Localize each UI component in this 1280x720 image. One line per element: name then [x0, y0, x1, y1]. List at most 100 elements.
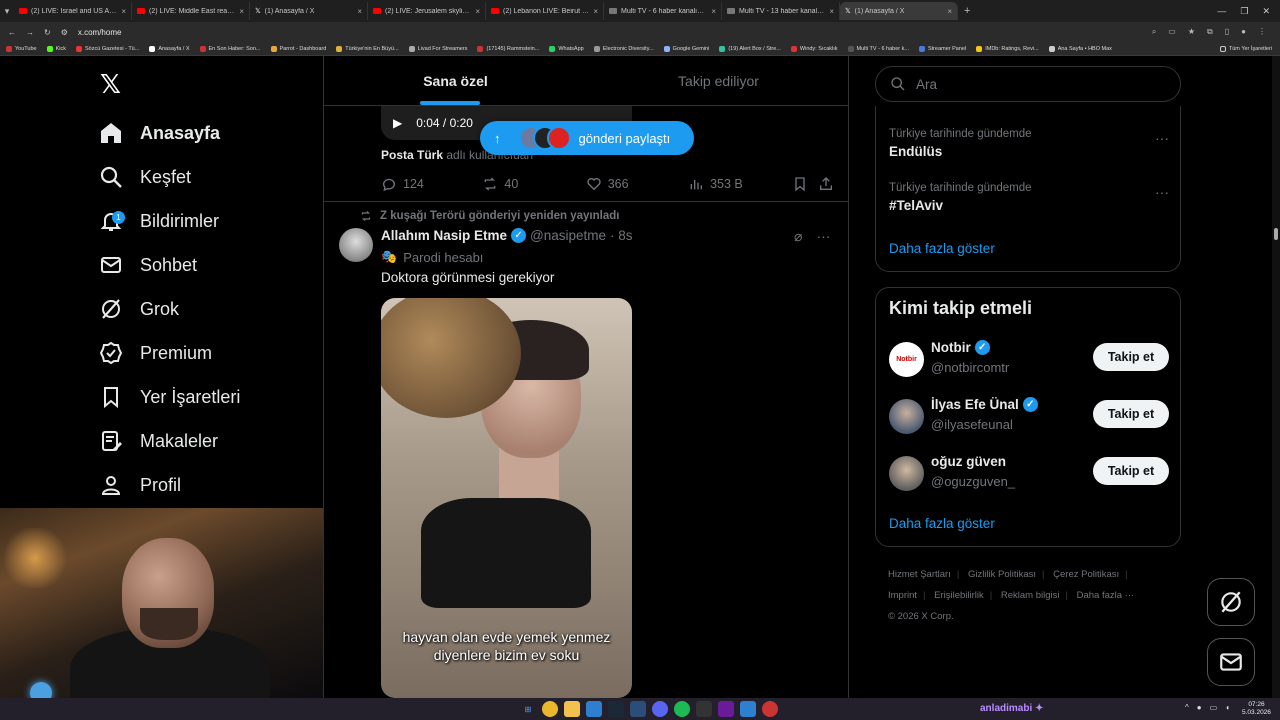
trend-item[interactable]: Türkiye tarihinde gündemde Endülüs ···	[889, 128, 1169, 159]
bookmark-item[interactable]: Livad For Streamers	[408, 45, 467, 52]
nav-item-premium[interactable]: Premium	[98, 335, 212, 371]
bookmark-item[interactable]: Streamer Panel	[918, 45, 966, 52]
scrollbar[interactable]	[1272, 56, 1280, 698]
browser-tab[interactable]: (2) LIVE: Israel and US Attack Ira×	[14, 2, 132, 20]
bookmark-item[interactable]: Kick	[46, 45, 66, 52]
star-icon[interactable]: ★	[1188, 27, 1195, 37]
repost-button[interactable]: 40	[482, 176, 585, 192]
close-icon[interactable]: ×	[357, 7, 362, 16]
browser-tab-active[interactable]: 𝕏 (1) Anasayfa / X ×	[840, 2, 958, 20]
play-icon[interactable]: ▶	[393, 116, 402, 130]
views-button[interactable]: 353 B	[688, 176, 792, 192]
browser-tab[interactable]: (2) LIVE: Middle East real-time ×	[132, 2, 250, 20]
close-icon[interactable]: ×	[711, 7, 716, 16]
x-logo-icon[interactable]: 𝕏	[100, 72, 126, 98]
bookmark-item[interactable]: Anasayfa / X	[149, 45, 190, 52]
tab-for-you[interactable]: Sana özel	[324, 56, 587, 105]
folder-icon[interactable]	[564, 701, 580, 717]
bookmark-item[interactable]: WhatsApp	[549, 45, 584, 52]
browser-tab[interactable]: (2) Lebanon LIVE: Beirut Skyline×	[486, 2, 604, 20]
grok-fab-button[interactable]	[1207, 578, 1255, 626]
nav-item-home[interactable]: Anasayfa	[98, 115, 220, 151]
share-button[interactable]	[818, 176, 834, 192]
new-posts-pill[interactable]: ↑ gönderi paylaştı	[480, 121, 694, 155]
nav-item-notifications[interactable]: 1 Bildirimler	[98, 203, 219, 239]
chrome-icon[interactable]	[542, 701, 558, 717]
steam-icon[interactable]	[608, 701, 624, 717]
cast-icon[interactable]: ▭	[1168, 27, 1176, 37]
footer-link[interactable]: Gizlilik Politikası	[968, 569, 1036, 580]
mic-icon[interactable]: ●	[1197, 703, 1202, 712]
nav-item-articles[interactable]: Makaleler	[98, 423, 218, 459]
follow-button[interactable]: Takip et	[1093, 343, 1169, 371]
show-more-link[interactable]: Daha fazla göster	[889, 241, 995, 256]
follow-button[interactable]: Takip et	[1093, 457, 1169, 485]
grok-icon[interactable]: ⌀	[794, 228, 802, 245]
search-input[interactable]: Ara	[875, 66, 1181, 102]
site-info-icon[interactable]: ⚙	[61, 28, 68, 37]
app-icon[interactable]	[762, 701, 778, 717]
chevron-up-icon[interactable]: ^	[1185, 703, 1189, 712]
volume-icon[interactable]: ◖	[1225, 703, 1230, 712]
close-icon[interactable]: ×	[947, 7, 952, 16]
bookmark-item[interactable]: Ana Sayfa • HBO Max	[1048, 45, 1112, 52]
nav-item-profile[interactable]: Profil	[98, 467, 181, 503]
nav-item-explore[interactable]: Keşfet	[98, 159, 191, 195]
close-icon[interactable]: ×	[475, 7, 480, 16]
bookmark-item[interactable]: Google Gemini	[663, 45, 709, 52]
author-name[interactable]: Allahım Nasip Etme	[381, 228, 507, 243]
bookmark-button[interactable]	[792, 176, 818, 192]
forward-icon[interactable]: →	[26, 28, 34, 37]
footer-link[interactable]: Daha fazla ···	[1077, 590, 1135, 601]
minimize-icon[interactable]: —	[1217, 6, 1226, 17]
network-icon[interactable]: ▭	[1210, 703, 1218, 712]
follow-suggestion[interactable]: İlyas Efe Ünal ✓ @ilyasefeunal Takip et	[889, 397, 1169, 437]
post-media[interactable]: hayvan olan evde yemek yenmez diyenlere …	[381, 298, 632, 698]
new-tab-button[interactable]: +	[958, 5, 976, 17]
footer-link[interactable]: Çerez Politikası	[1053, 569, 1119, 580]
app-icon[interactable]	[718, 701, 734, 717]
spotify-icon[interactable]	[674, 701, 690, 717]
split-icon[interactable]: ▯	[1225, 27, 1229, 37]
extensions-icon[interactable]: ⧉	[1207, 27, 1213, 37]
bookmark-item[interactable]: Parrot - Dashboard	[270, 45, 326, 52]
follow-suggestion[interactable]: Notbir Notbir ✓ @notbircomtr Takip et	[889, 340, 1169, 380]
close-icon[interactable]: ×	[829, 7, 834, 16]
bookmark-item[interactable]: Türkiye'nin En Büyü...	[336, 45, 399, 52]
like-button[interactable]: 366	[586, 176, 688, 192]
footer-link[interactable]: Erişilebilirlik	[934, 590, 984, 601]
browser-tab[interactable]: Multi TV - 13 haber kanalını ay ×	[722, 2, 840, 20]
repost-indicator[interactable]: Z kuşağı Terörü gönderiyi yeniden yayınl…	[360, 210, 619, 222]
follow-suggestion[interactable]: oğuz güven @oguzguven_ Takip et	[889, 454, 1169, 494]
browser-tab[interactable]: Multi TV - 6 haber kanalını ayn ×	[604, 2, 722, 20]
bookmark-item[interactable]: Multi TV - 6 haber k...	[847, 45, 909, 52]
taskbar-clock[interactable]: 07:26 5.03.2026	[1242, 701, 1271, 717]
bookmark-item[interactable]: Sözcü Gazetesi - Tü...	[76, 45, 139, 52]
more-icon[interactable]: ···	[1155, 130, 1169, 146]
bookmark-item[interactable]: YouTube	[6, 45, 37, 52]
show-more-link[interactable]: Daha fazla göster	[889, 516, 995, 531]
close-window-icon[interactable]: ✕	[1262, 6, 1270, 17]
bookmark-item[interactable]: IMDb: Ratings, Revi...	[976, 45, 1039, 52]
reload-icon[interactable]: ↻	[44, 28, 51, 37]
nav-item-messages[interactable]: Sohbet	[98, 247, 197, 283]
more-icon[interactable]: ···	[816, 228, 830, 245]
more-icon[interactable]: ···	[1155, 184, 1169, 200]
app-icon[interactable]	[586, 701, 602, 717]
profile-icon[interactable]: ●	[1241, 27, 1246, 37]
close-icon[interactable]: ×	[239, 7, 244, 16]
messages-fab-button[interactable]	[1207, 638, 1255, 686]
browser-tab[interactable]: 𝕏 (1) Anasayfa / X ×	[250, 2, 368, 20]
app-icon[interactable]	[630, 701, 646, 717]
bookmark-item[interactable]: Electronic Diversity...	[593, 45, 654, 52]
footer-link[interactable]: Hizmet Şartları	[888, 569, 951, 580]
tab-following[interactable]: Takip ediliyor	[587, 56, 848, 105]
close-icon[interactable]: ×	[593, 7, 598, 16]
nav-item-bookmarks[interactable]: Yer İşaretleri	[98, 379, 240, 415]
back-icon[interactable]: ←	[8, 28, 16, 37]
browser-tab[interactable]: (2) LIVE: Jerusalem skyline on D×	[368, 2, 486, 20]
trend-item[interactable]: Türkiye tarihinde gündemde #TelAviv ···	[889, 182, 1169, 213]
footer-link[interactable]: Reklam bilgisi	[1001, 590, 1060, 601]
follow-button[interactable]: Takip et	[1093, 400, 1169, 428]
zoom-icon[interactable]: ⌕	[1152, 27, 1156, 37]
